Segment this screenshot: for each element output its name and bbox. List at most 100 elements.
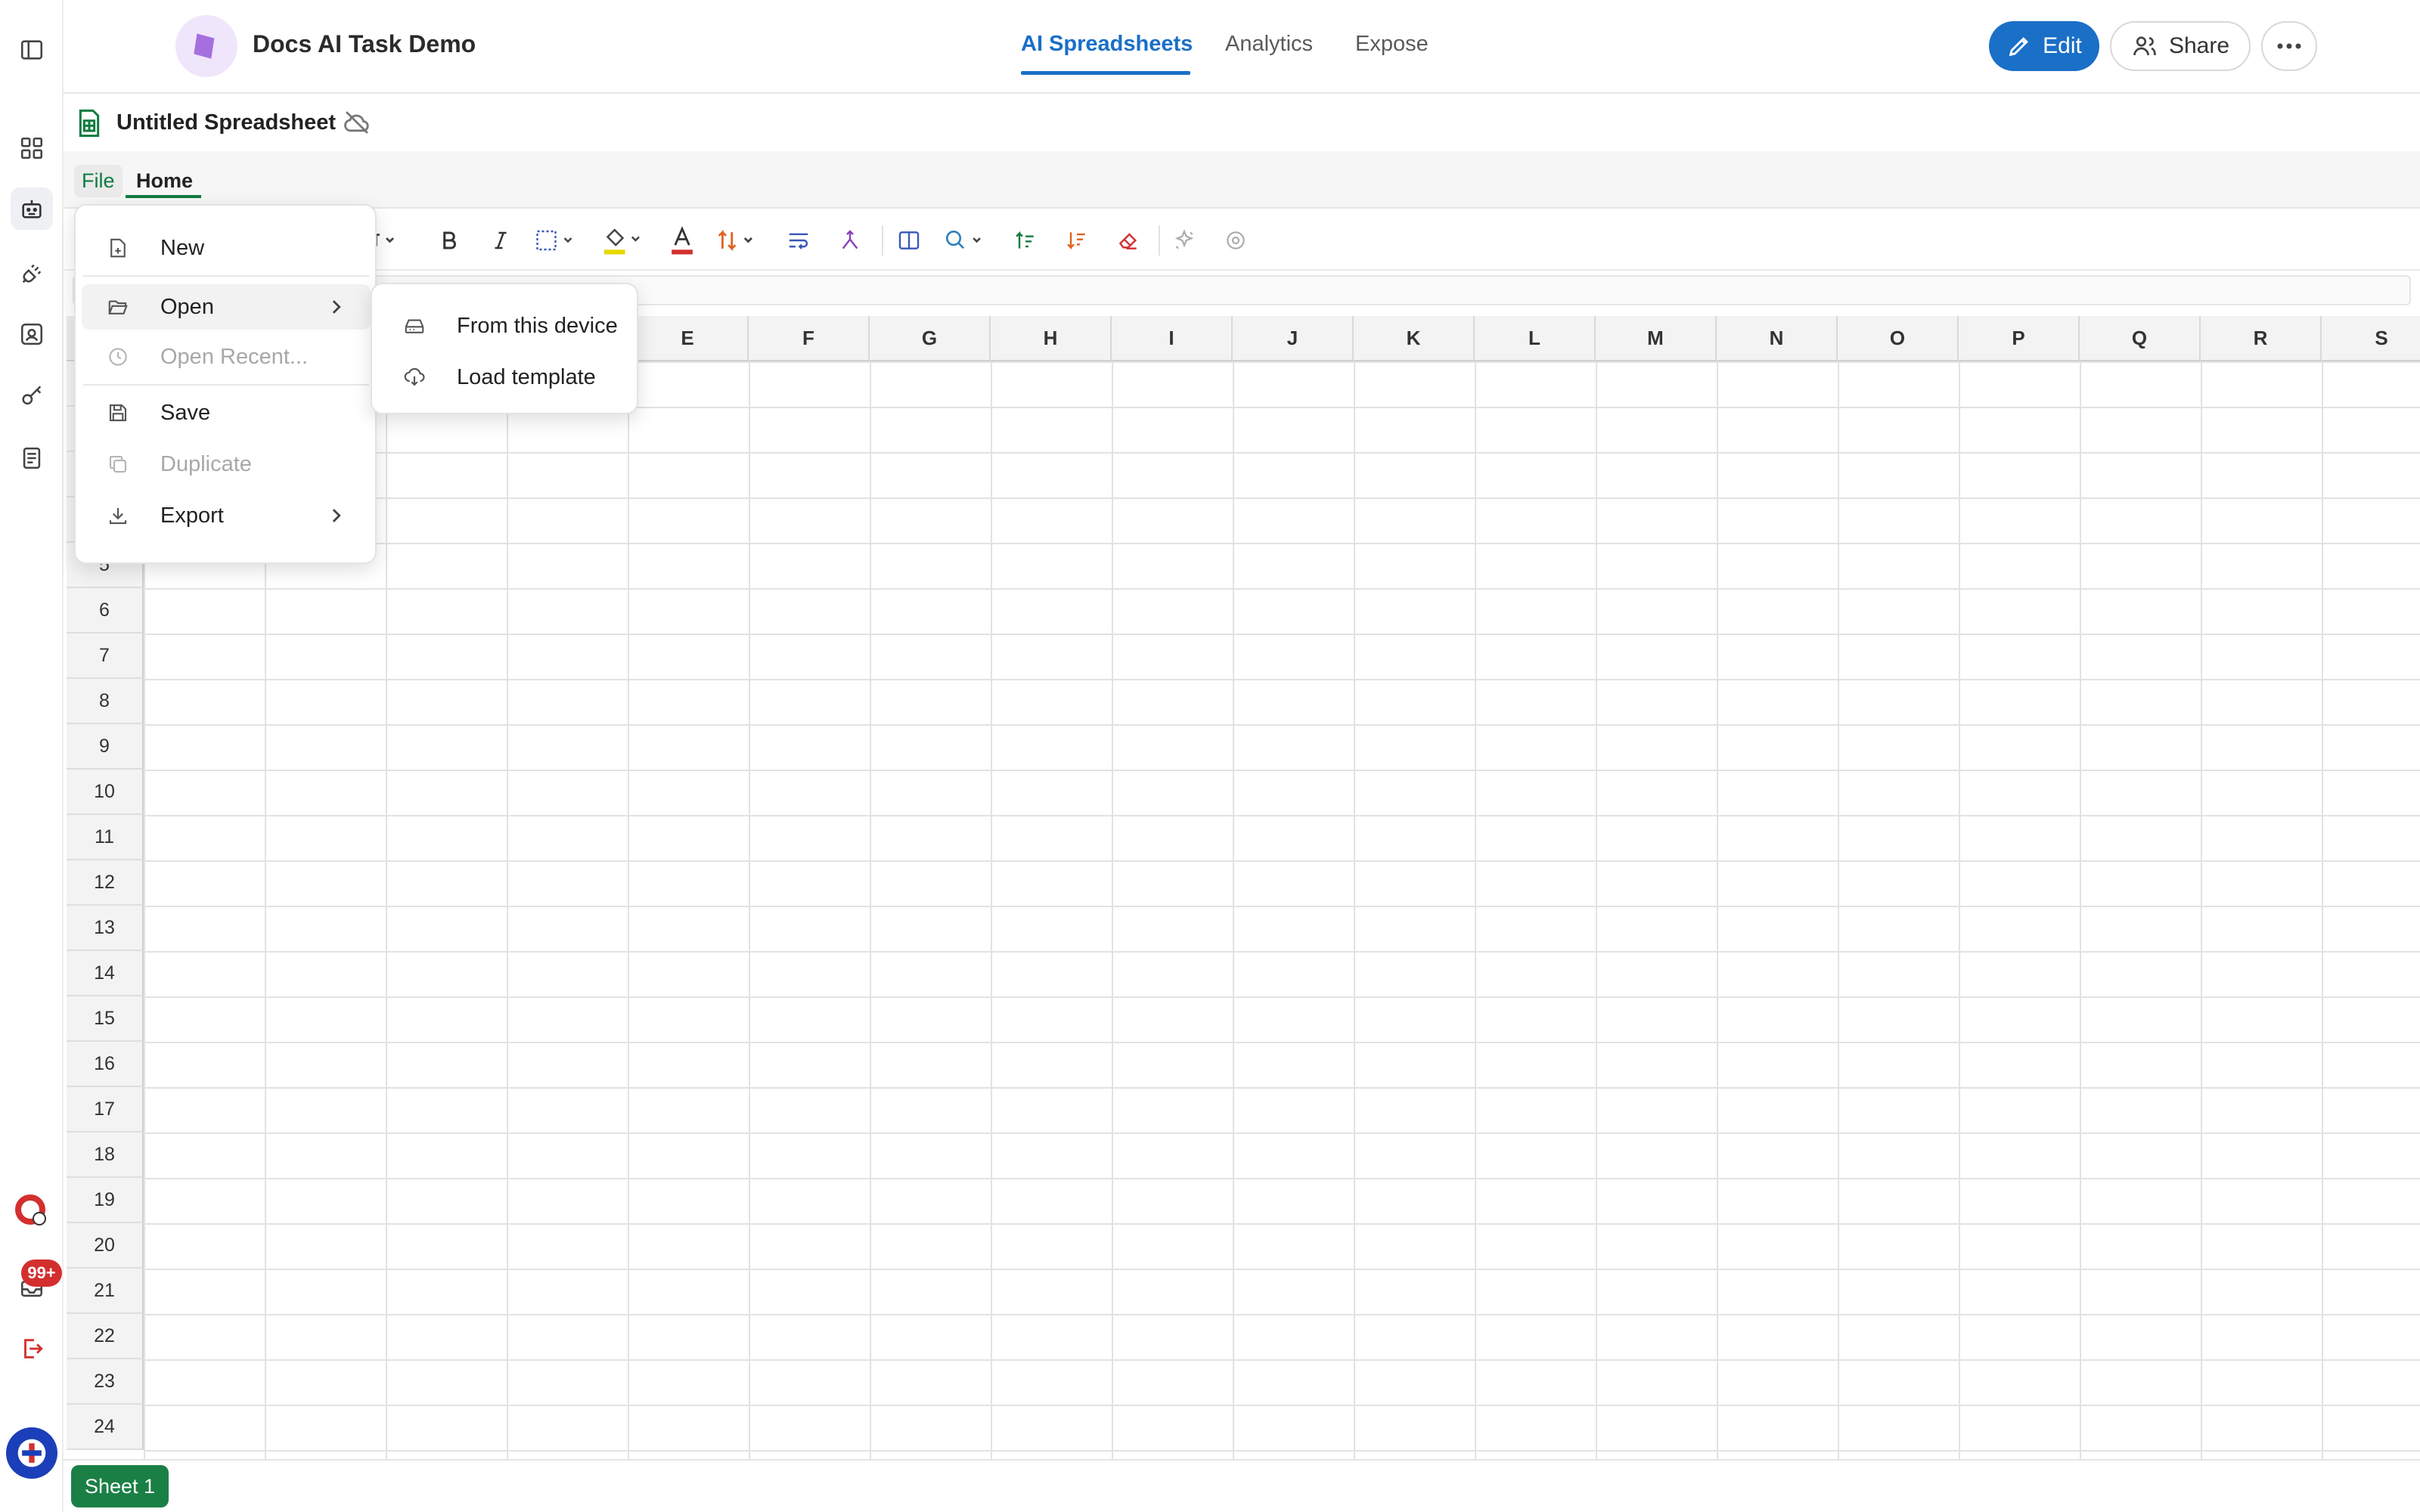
toolbar-separator bbox=[1159, 225, 1160, 256]
submenu-item-load-template[interactable]: Load template bbox=[378, 354, 632, 401]
file-menu-tab[interactable]: File bbox=[74, 165, 123, 197]
row-header[interactable]: 18 bbox=[67, 1132, 144, 1178]
search-icon[interactable] bbox=[938, 224, 994, 257]
submenu-item-from-device[interactable]: From this device bbox=[378, 302, 632, 349]
row-header[interactable]: 6 bbox=[67, 588, 144, 634]
menu-item-export[interactable]: Export bbox=[82, 493, 371, 538]
eraser-icon[interactable] bbox=[1112, 224, 1145, 257]
sort-ascending-icon[interactable] bbox=[1009, 224, 1042, 257]
menu-item-label: New bbox=[160, 235, 205, 260]
file-plus-icon bbox=[104, 234, 132, 262]
row-header[interactable]: 9 bbox=[67, 724, 144, 770]
row-header[interactable]: 19 bbox=[67, 1178, 144, 1223]
row-header[interactable]: 23 bbox=[67, 1359, 144, 1405]
share-button-label: Share bbox=[2168, 33, 2230, 58]
row-header[interactable]: 24 bbox=[67, 1405, 144, 1450]
document-title[interactable]: Untitled Spreadsheet bbox=[116, 110, 336, 135]
key-icon[interactable] bbox=[11, 375, 53, 417]
column-header[interactable]: S bbox=[2322, 316, 2420, 361]
row-header[interactable]: 16 bbox=[67, 1042, 144, 1087]
save-icon bbox=[104, 399, 132, 426]
tab-expose[interactable]: Expose bbox=[1355, 32, 1429, 57]
toolbar-separator bbox=[882, 225, 883, 256]
cloud-download-icon bbox=[401, 364, 428, 391]
user-avatar[interactable] bbox=[6, 1427, 57, 1479]
row-header[interactable]: 7 bbox=[67, 634, 144, 679]
cell-grid[interactable] bbox=[144, 361, 2420, 1459]
edit-button[interactable]: Edit bbox=[1989, 21, 2099, 71]
plug-icon[interactable] bbox=[11, 253, 53, 295]
sort-descending-icon[interactable] bbox=[1060, 224, 1094, 257]
column-header[interactable]: E bbox=[628, 316, 749, 361]
column-header[interactable]: F bbox=[749, 316, 870, 361]
wrap-text-icon[interactable] bbox=[782, 224, 815, 257]
spreadsheet-grid[interactable]: ABCDEFGHIJKLMNOPQRS 12345678910111213141… bbox=[67, 316, 2420, 1459]
notification-badge: 99+ bbox=[21, 1259, 62, 1287]
home-tab-underline bbox=[126, 195, 201, 198]
row-header[interactable]: 11 bbox=[67, 815, 144, 860]
menu-item-save[interactable]: Save bbox=[82, 390, 371, 435]
left-rail: 99+ bbox=[0, 0, 64, 1512]
menu-item-open[interactable]: Open bbox=[82, 284, 371, 330]
target-icon[interactable] bbox=[1219, 224, 1252, 257]
row-header[interactable]: 10 bbox=[67, 770, 144, 815]
row-header[interactable]: 21 bbox=[67, 1269, 144, 1314]
row-header[interactable]: 17 bbox=[67, 1087, 144, 1132]
menu-item-label: Open Recent... bbox=[160, 344, 309, 369]
row-header[interactable]: 8 bbox=[67, 679, 144, 724]
folder-open-icon bbox=[104, 293, 132, 321]
more-options-icon[interactable] bbox=[2261, 21, 2317, 71]
brand-name: Docs AI Task Demo bbox=[253, 30, 476, 57]
row-header[interactable]: 22 bbox=[67, 1314, 144, 1359]
grid-apps-icon[interactable] bbox=[11, 127, 53, 169]
columns-icon[interactable] bbox=[892, 224, 926, 257]
sheet-tabs-bar bbox=[64, 1459, 2420, 1512]
column-header[interactable]: N bbox=[1717, 316, 1838, 361]
tab-ai-spreadsheets[interactable]: AI Spreadsheets bbox=[1021, 32, 1193, 57]
column-header[interactable]: G bbox=[870, 316, 991, 361]
home-menu-tab[interactable]: Home bbox=[129, 165, 200, 197]
sidebar-toggle-icon[interactable] bbox=[11, 29, 53, 71]
file-menu-dropdown: New Open Open Recent... Save Duplicate E… bbox=[74, 204, 377, 564]
row-header[interactable]: 12 bbox=[67, 860, 144, 906]
chevron-right-icon bbox=[327, 298, 345, 316]
ai-sparkle-icon[interactable] bbox=[1168, 224, 1201, 257]
menu-item-duplicate: Duplicate bbox=[82, 442, 371, 487]
column-header[interactable]: R bbox=[2201, 316, 2322, 361]
logout-icon[interactable] bbox=[11, 1328, 53, 1370]
sort-icon[interactable] bbox=[712, 224, 765, 257]
column-header[interactable]: L bbox=[1475, 316, 1596, 361]
column-header[interactable]: M bbox=[1596, 316, 1717, 361]
copy-icon bbox=[104, 451, 132, 478]
tab-analytics[interactable]: Analytics bbox=[1225, 32, 1313, 57]
column-header[interactable]: O bbox=[1838, 316, 1959, 361]
fill-color-icon[interactable] bbox=[597, 224, 650, 257]
column-header[interactable]: H bbox=[991, 316, 1112, 361]
row-header[interactable]: 14 bbox=[67, 951, 144, 996]
clock-icon bbox=[104, 343, 132, 370]
menu-item-new[interactable]: New bbox=[82, 225, 371, 271]
merge-icon[interactable] bbox=[833, 224, 867, 257]
document-list-icon[interactable] bbox=[11, 437, 53, 479]
row-header[interactable]: 20 bbox=[67, 1223, 144, 1269]
download-icon bbox=[104, 502, 132, 529]
scan-icon[interactable] bbox=[11, 313, 53, 355]
submenu-item-label: Load template bbox=[457, 364, 596, 389]
sheet-tab[interactable]: Sheet 1 bbox=[71, 1465, 169, 1507]
row-header[interactable]: 13 bbox=[67, 906, 144, 951]
bold-icon[interactable] bbox=[433, 224, 466, 257]
column-header[interactable]: K bbox=[1354, 316, 1475, 361]
column-header[interactable]: I bbox=[1112, 316, 1233, 361]
active-tab-underline bbox=[1021, 71, 1190, 75]
text-color-icon[interactable] bbox=[666, 224, 699, 257]
edit-button-label: Edit bbox=[2043, 33, 2082, 58]
support-lifebuoy-icon[interactable] bbox=[11, 1190, 53, 1232]
borders-icon[interactable] bbox=[531, 224, 587, 257]
column-header[interactable]: P bbox=[1959, 316, 2080, 361]
share-button[interactable]: Share bbox=[2110, 21, 2251, 71]
column-header[interactable]: Q bbox=[2080, 316, 2201, 361]
italic-icon[interactable] bbox=[484, 224, 517, 257]
row-header[interactable]: 15 bbox=[67, 996, 144, 1042]
column-header[interactable]: J bbox=[1233, 316, 1354, 361]
robot-icon[interactable] bbox=[11, 187, 53, 230]
